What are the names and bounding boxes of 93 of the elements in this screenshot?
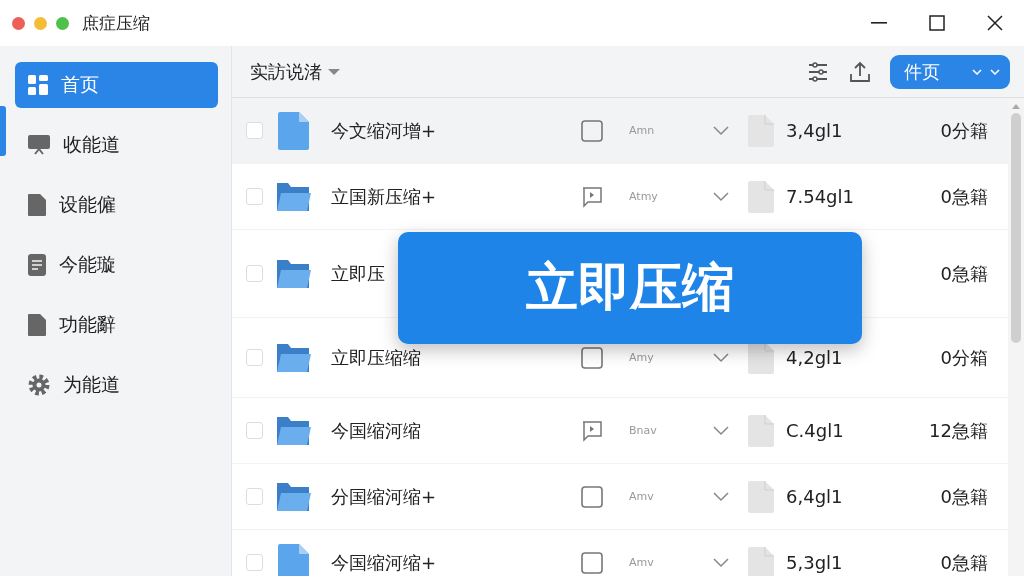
square-icon	[581, 346, 603, 369]
chat-icon	[581, 419, 603, 442]
compress-dialog[interactable]: 立即压缩	[398, 232, 862, 344]
sidebar-item[interactable]: 功能辭	[15, 302, 218, 348]
chat-icon	[581, 185, 603, 208]
square-icon	[581, 119, 603, 142]
file-size: 5,3gl1	[786, 552, 844, 573]
document-icon	[27, 253, 47, 277]
file-name: 立国新压缩+	[331, 184, 437, 209]
document-icon	[277, 543, 309, 576]
scrollbar-thumb[interactable]	[1011, 113, 1021, 343]
grid-icon	[27, 74, 49, 96]
document-icon	[277, 111, 309, 150]
zoom-dot[interactable]	[56, 16, 69, 30]
file-count: 0急籍	[940, 261, 988, 286]
row-checkbox[interactable]	[246, 122, 263, 139]
folder-icon	[275, 257, 311, 290]
sidebar-item[interactable]: 首页	[15, 62, 218, 108]
sidebar-item-label: 功能辭	[59, 312, 116, 337]
row-checkbox[interactable]	[246, 188, 263, 205]
monitor-icon	[27, 134, 51, 156]
file-count: 12急籍	[929, 418, 988, 443]
maximize-icon[interactable]	[929, 15, 945, 31]
primary-button[interactable]: 件页	[890, 54, 1010, 89]
file-count: 0急籍	[940, 184, 988, 209]
folder-icon	[275, 480, 311, 513]
sidebar-item[interactable]: 今能璇	[15, 242, 218, 288]
close-dot[interactable]	[12, 16, 25, 30]
file-tag: Amv	[629, 556, 699, 569]
sidebar-item-label: 首页	[61, 72, 99, 97]
chevron-icon[interactable]	[713, 125, 729, 136]
file-size: 3,4gl1	[786, 120, 844, 141]
file-size: C.4gl1	[786, 420, 845, 441]
file-name: 今文缩河增+	[331, 118, 437, 143]
file-tag: Bnav	[629, 424, 699, 437]
file-tag: Amy	[629, 351, 699, 364]
chevron-icon[interactable]	[713, 425, 729, 436]
chevron-icon[interactable]	[713, 191, 729, 202]
sidebar-item-label: 今能璇	[59, 252, 116, 277]
document-icon	[27, 313, 47, 337]
file-tag: Atmy	[629, 190, 699, 203]
filter-list-icon[interactable]	[806, 59, 830, 84]
row-checkbox[interactable]	[246, 349, 263, 366]
square-icon	[581, 485, 603, 508]
row-checkbox[interactable]	[246, 422, 263, 439]
row-checkbox[interactable]	[246, 265, 263, 282]
close-icon[interactable]	[987, 15, 1003, 31]
sidebar-item-label: 为能道	[63, 372, 120, 397]
file-count: 0急籍	[940, 550, 988, 575]
scrollbar[interactable]	[1008, 98, 1024, 576]
chevron-icon[interactable]	[713, 352, 729, 363]
chevron-icon[interactable]	[713, 491, 729, 502]
window-title: 庶症压缩	[82, 11, 151, 35]
minimize-icon[interactable]	[871, 22, 887, 24]
file-icon	[748, 114, 774, 147]
document-icon	[27, 193, 47, 217]
file-name: 今国缩河缩+	[331, 550, 437, 575]
file-row[interactable]: 今文缩河增+ Amn 3,4gl1 0分籍	[232, 98, 1008, 164]
sidebar-item[interactable]: 设能僱	[15, 182, 218, 228]
view-dropdown[interactable]: 实訪说渚	[250, 59, 340, 84]
sidebar-item[interactable]: 收能道	[15, 122, 218, 168]
folder-icon	[275, 180, 311, 213]
file-count: 0急籍	[940, 484, 988, 509]
file-count: 0分箱	[940, 345, 988, 370]
file-icon	[748, 180, 774, 213]
file-icon	[748, 480, 774, 513]
active-indicator	[0, 106, 6, 156]
file-size: 7.54gl1	[786, 186, 855, 207]
folder-icon	[275, 341, 311, 374]
settings-icon	[27, 373, 51, 397]
chevron-icon[interactable]	[713, 557, 729, 568]
sidebar-item[interactable]: 为能道	[15, 362, 218, 408]
folder-icon	[275, 414, 311, 447]
file-icon	[748, 546, 774, 576]
sidebar-item-label: 设能僱	[59, 192, 116, 217]
caret-icon	[328, 67, 340, 76]
sidebar-item-label: 收能道	[63, 132, 120, 157]
file-size: 6,4gl1	[786, 486, 844, 507]
row-checkbox[interactable]	[246, 554, 263, 571]
file-name: 立即压缩缩	[331, 345, 421, 370]
file-icon	[748, 414, 774, 447]
file-count: 0分籍	[940, 118, 988, 143]
file-name: 今国缩河缩	[331, 418, 421, 443]
file-size: 4,2gl1	[786, 347, 844, 368]
upload-icon[interactable]	[848, 59, 872, 84]
square-icon	[581, 551, 603, 574]
file-tag: Amv	[629, 490, 699, 503]
file-tag: Amn	[629, 124, 699, 137]
scroll-up-icon	[1012, 104, 1020, 109]
row-checkbox[interactable]	[246, 488, 263, 505]
file-name: 立即压	[331, 261, 385, 286]
minimize-dot[interactable]	[34, 16, 47, 30]
file-name: 分国缩河缩+	[331, 484, 437, 509]
